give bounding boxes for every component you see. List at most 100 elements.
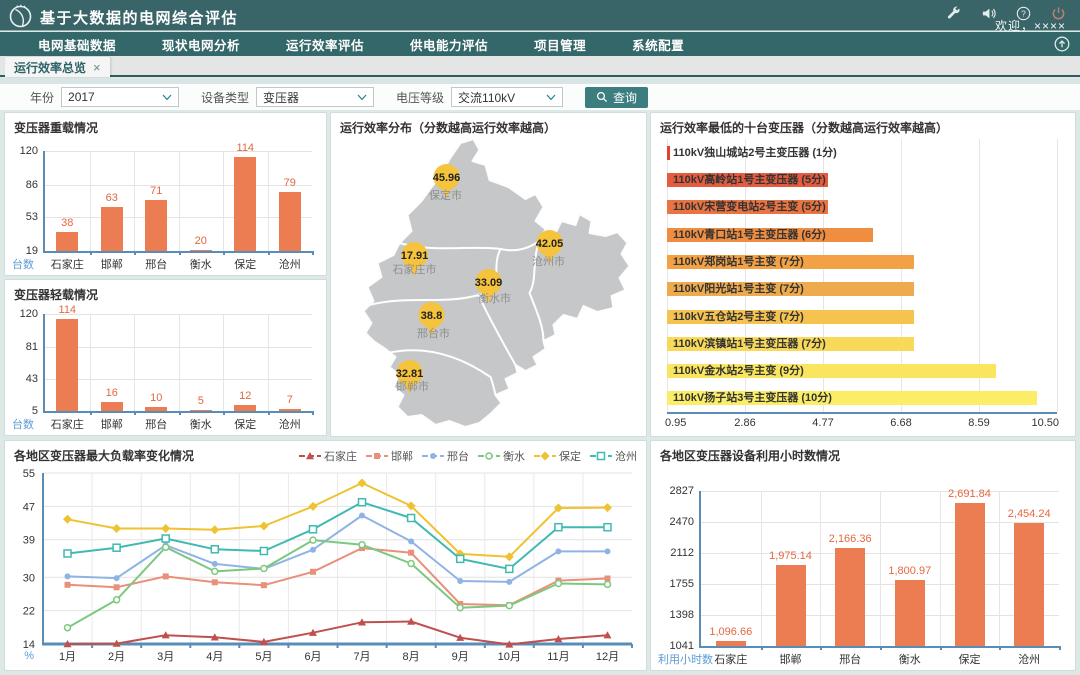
app-logo-icon bbox=[8, 3, 33, 33]
series-marker bbox=[65, 625, 71, 631]
bar-label: 110kV阳光站1号主变 (7分) bbox=[673, 282, 804, 296]
legend-marker bbox=[299, 451, 321, 461]
x-tick-label: 4月 bbox=[206, 651, 223, 663]
app-window: 基于大数据的电网综合评估 ? 欢迎，×××× 电网基础数据现状电网分析运行效率评… bbox=[0, 0, 1080, 675]
device-filter-label: 设备类型 bbox=[201, 89, 249, 106]
legend-item[interactable]: 石家庄 bbox=[299, 448, 357, 464]
series-marker bbox=[114, 597, 120, 603]
axis-tick bbox=[312, 251, 314, 255]
series-marker bbox=[163, 573, 169, 579]
series-marker bbox=[506, 579, 512, 585]
nav-item[interactable]: 运行效率评估 bbox=[270, 35, 380, 54]
y-axis bbox=[43, 151, 45, 251]
panel-title: 运行效率分布（分数越高运行效率越高） bbox=[340, 119, 556, 136]
bar-value-label: 1,096.66 bbox=[686, 626, 776, 638]
bar bbox=[56, 232, 78, 251]
bar-value-label: 114 bbox=[200, 142, 290, 154]
legend-item[interactable]: 保定 bbox=[534, 448, 581, 464]
voltage-filter-label: 电压等级 bbox=[396, 89, 444, 106]
speaker-icon[interactable] bbox=[981, 6, 996, 21]
legend-marker bbox=[478, 451, 500, 461]
legend-item[interactable]: 邢台 bbox=[422, 448, 469, 464]
panel-title: 各地区变压器设备利用小时数情况 bbox=[660, 447, 840, 464]
line-chart-svg: 5547393022141月2月3月4月5月6月7月8月9月10月11月12月% bbox=[9, 465, 642, 666]
chevron-down-icon bbox=[357, 94, 367, 101]
nav-item[interactable]: 电网基础数据 bbox=[22, 35, 132, 54]
x-tick-label: 3月 bbox=[157, 651, 174, 663]
y-axis-name: 台数 bbox=[12, 416, 34, 432]
legend-item[interactable]: 衡水 bbox=[478, 448, 525, 464]
series-marker bbox=[457, 555, 464, 562]
search-button[interactable]: 查询 bbox=[585, 87, 648, 108]
series-marker bbox=[260, 548, 267, 555]
series-marker bbox=[457, 605, 463, 611]
series-marker bbox=[210, 525, 219, 534]
bar bbox=[667, 146, 670, 160]
series-marker bbox=[408, 538, 414, 544]
x-tick-label: 12月 bbox=[596, 651, 619, 663]
voltage-select[interactable]: 交流110kV bbox=[451, 87, 563, 107]
tab-bar: 运行效率总览 × bbox=[0, 56, 1080, 77]
series-marker bbox=[310, 547, 316, 553]
x-axis bbox=[43, 251, 312, 253]
series-marker bbox=[211, 546, 218, 553]
panel-max-load-rate: 各地区变压器最大负载率变化情况 石家庄邯郸邢台衡水保定沧州 5547393022… bbox=[4, 440, 647, 671]
legend-marker bbox=[366, 451, 388, 461]
nav-item[interactable]: 供电能力评估 bbox=[394, 35, 504, 54]
legend-item[interactable]: 邯郸 bbox=[366, 448, 413, 464]
tab-efficiency-overview[interactable]: 运行效率总览 × bbox=[5, 57, 110, 77]
gridline bbox=[1057, 139, 1058, 412]
y-tick-label: 86 bbox=[9, 179, 38, 191]
bar-label: 110kV扬子站3号主变压器 (10分) bbox=[673, 391, 832, 405]
x-tick-label: 6.68 bbox=[881, 417, 921, 429]
bar bbox=[279, 409, 301, 411]
legend-label: 邢台 bbox=[447, 448, 469, 464]
axis-tick bbox=[880, 646, 882, 650]
tab-label: 运行效率总览 bbox=[14, 59, 86, 76]
series-marker bbox=[212, 561, 218, 567]
axis-tick bbox=[761, 646, 763, 650]
x-axis bbox=[667, 412, 1057, 414]
series-marker bbox=[408, 515, 415, 522]
year-select[interactable]: 2017 bbox=[61, 87, 179, 107]
nav-item[interactable]: 系统配置 bbox=[616, 35, 700, 54]
gridline bbox=[268, 151, 269, 251]
series-marker bbox=[163, 544, 169, 550]
axis-tick bbox=[940, 646, 942, 650]
circle-up-arrow-icon[interactable] bbox=[1054, 36, 1070, 57]
bar bbox=[101, 207, 123, 251]
map-city-label: 石家庄市 bbox=[393, 262, 437, 276]
utilization-hours-bar-chart: 2827247021121755139810411,096.66石家庄1,975… bbox=[655, 465, 1071, 666]
search-button-label: 查询 bbox=[613, 89, 637, 106]
map-pin-value: 32.81 bbox=[396, 368, 424, 380]
series-marker bbox=[605, 581, 611, 587]
map-svg: 45.96保定市17.91石家庄市33.09衡水市42.05沧州市38.8邢台市… bbox=[335, 137, 642, 432]
year-select-value: 2017 bbox=[68, 90, 95, 104]
axis-tick bbox=[179, 411, 181, 415]
bar-label: 110kV宋营变电站2号主变 (5分) bbox=[673, 200, 826, 214]
nav-item[interactable]: 项目管理 bbox=[518, 35, 602, 54]
bar-label: 110kV金水站2号主变 (9分) bbox=[673, 364, 804, 378]
device-select[interactable]: 变压器 bbox=[256, 87, 374, 107]
legend-label: 邯郸 bbox=[391, 448, 413, 464]
series-marker bbox=[65, 582, 71, 588]
y-tick-label: 1398 bbox=[655, 609, 694, 621]
search-icon bbox=[596, 91, 608, 103]
x-tick-label: 2.86 bbox=[725, 417, 765, 429]
series-marker bbox=[598, 452, 605, 459]
legend-marker bbox=[422, 451, 444, 461]
series-marker bbox=[408, 561, 414, 567]
x-tick-label: 10月 bbox=[498, 651, 521, 663]
legend-label: 保定 bbox=[559, 448, 581, 464]
axis-tick bbox=[223, 251, 225, 255]
tab-close-icon[interactable]: × bbox=[93, 60, 101, 75]
legend-marker bbox=[534, 451, 556, 461]
nav-item[interactable]: 现状电网分析 bbox=[146, 35, 256, 54]
wrench-icon[interactable] bbox=[946, 6, 961, 21]
y-axis bbox=[43, 314, 45, 411]
series-marker bbox=[359, 499, 366, 506]
legend-item[interactable]: 沧州 bbox=[590, 448, 637, 464]
y-tick-label: 1755 bbox=[655, 578, 694, 590]
bar-label: 110kV滨镇站1号主变压器 (7分) bbox=[673, 337, 826, 351]
voltage-select-value: 交流110kV bbox=[458, 89, 515, 106]
